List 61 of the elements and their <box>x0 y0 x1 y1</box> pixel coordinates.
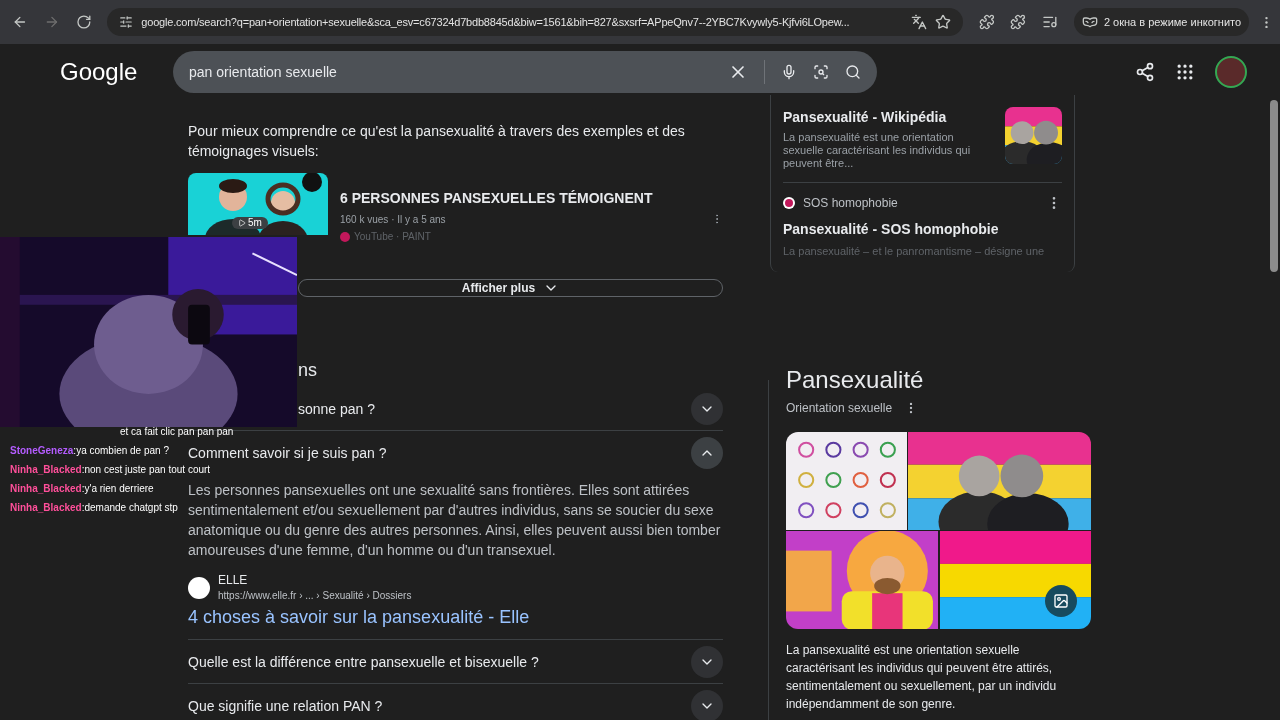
video-meta: 160 k vues · Il y a 5 ans <box>340 213 447 227</box>
section-heading: ns <box>298 360 317 380</box>
site-name: SOS homophobie <box>803 195 899 211</box>
site-logo-icon <box>783 197 795 209</box>
question-text[interactable]: Quelle est la différence entre pansexuelle et bisexuelle ? <box>188 651 539 672</box>
lens-icon <box>813 64 829 80</box>
reload-icon <box>75 14 92 30</box>
site-logo-icon <box>188 576 210 599</box>
chat-message: Ninha_Blacked:y'a rien derriere <box>10 483 154 495</box>
question-text[interactable]: sonne pan ? <box>298 398 376 419</box>
search-field[interactable]: pan orientation sexuelle <box>173 51 877 93</box>
youtube-icon <box>340 231 350 242</box>
url-text: google.com/search?q=pan+orientation+sexuelle&sca_esv=c67324d7bdb8845d&biw=1561&bih=827&sxsrf=APpeQnv7--2YBC7Kvywly5-Kjfvi6LOpew... <box>141 14 851 30</box>
puzzle-icon <box>1010 14 1027 30</box>
video-title[interactable]: 6 PERSONNES PANSEXUELLES TÉMOIGNENT <box>340 188 699 208</box>
google-logo[interactable]: Google <box>60 54 150 90</box>
chat-message: Ninha_Blacked:non cest juste pan tout court <box>10 464 211 476</box>
scrollbar-thumb[interactable] <box>1270 100 1278 272</box>
expand-button[interactable] <box>691 392 723 425</box>
video-thumbnail[interactable]: 5m <box>188 173 328 235</box>
site-settings-icon <box>119 15 134 29</box>
result-title[interactable]: Pansexualité - Wikipédia <box>783 107 993 127</box>
incognito-icon <box>1081 14 1098 30</box>
apps-icon <box>1175 62 1195 82</box>
intro-text: Pour mieux comprendre ce qu'est la pansexualité à travers des exemples et des témoignages visuels: <box>188 122 686 161</box>
site-name: ELLE <box>218 572 249 588</box>
chat-message: Ninha_Blacked:demande chatgpt stp <box>10 502 178 514</box>
star-icon <box>934 14 951 30</box>
back-icon <box>12 14 28 30</box>
address-bar[interactable]: google.com/search?q=pan+orientation+sexuelle&sca_esv=c67324d7bdb8845d&biw=1561&bih=827&sxsrf=APpeQnv7--2YBC7Kvywly5-Kjfvi6LOpew... <box>107 8 963 36</box>
result-link[interactable]: 4 choses à savoir sur la pansexualité - Elle <box>188 603 723 631</box>
knowledge-title: Pansexualité <box>786 364 925 395</box>
media-icon <box>1042 14 1058 30</box>
site-url: https://www.elle.fr › ... › Sexualité › Dossiers <box>218 589 412 603</box>
image-icon <box>1053 592 1069 609</box>
chat-message: StoneGeneza:ya combien de pan ? <box>10 445 169 457</box>
share-icon <box>1135 62 1155 82</box>
chat-message: et ca fait clic pan pan pan <box>119 426 234 438</box>
incognito-chip[interactable]: 2 окна в режиме инкогнито <box>1073 8 1250 36</box>
translate-icon <box>910 14 927 30</box>
knowledge-description: La pansexualité est une orientation sexuelle caractérisant les individus qui peuvent être attirés, sentimentalement ou sexuellement, par un individu indépendamment de son genre. <box>786 641 1058 713</box>
incognito-label: 2 окна в режиме инкогнито <box>1103 14 1242 30</box>
menu-icon[interactable] <box>1265 15 1269 29</box>
extension-icon <box>978 14 995 30</box>
question-text[interactable]: Que signifie une relation PAN ? <box>188 695 383 716</box>
result-snippet: La pansexualité est une orientation sexuelle caractérisant les individus qui peuvent être... <box>783 131 972 170</box>
avatar-icon[interactable] <box>1215 56 1247 88</box>
question-text[interactable]: Comment savoir si je suis pan ? <box>188 442 387 463</box>
answer-text: Les personnes pansexuelles ont une sexualité sans frontières. Elles sont attirées sentimentalement et/ou sexuellement par d'autres individus, sans se soucier du sexe anatomique ou du genre des autres personnes. Ainsi, elles peuvent aussi bien tomber amoureuses d'une femme, d'un homme ou d'un transexuel. <box>188 481 722 560</box>
video-source: YouTube · PAINT <box>354 230 431 244</box>
expand-button[interactable] <box>691 436 723 469</box>
duration-badge: 5m <box>232 217 268 229</box>
expand-button[interactable] <box>691 689 723 720</box>
expand-button[interactable] <box>691 645 723 678</box>
play-icon <box>238 219 246 227</box>
mic-icon <box>781 64 797 80</box>
result-title[interactable]: Pansexualité - SOS homophobie <box>783 219 1062 239</box>
search-query: pan orientation sexuelle <box>189 63 338 82</box>
search-icon <box>845 64 861 80</box>
result-snippet: La pansexualité – et le panromantisme – désigne une <box>783 244 1046 259</box>
knowledge-subtitle: Orientation sexuelle <box>786 399 893 416</box>
